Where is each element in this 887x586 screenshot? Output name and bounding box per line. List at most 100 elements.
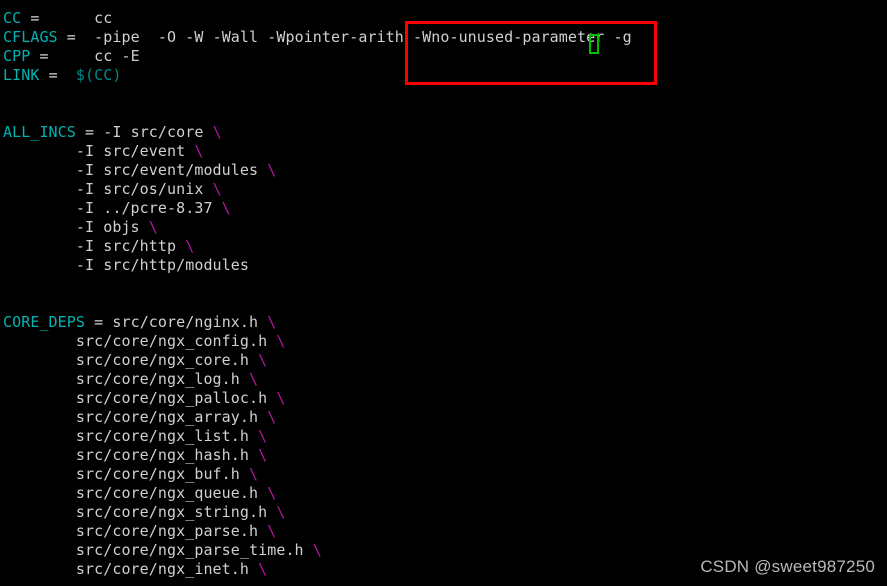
code-indent-space — [58, 66, 76, 84]
code-indent-space — [3, 199, 76, 217]
makefile-value-text: -I ../pcre-8.37 — [75, 199, 222, 217]
line-continuation-backslash: \ — [276, 503, 286, 521]
line-continuation-backslash: \ — [194, 142, 204, 160]
line-continuation-backslash: \ — [212, 123, 222, 141]
line-continuation-backslash: \ — [258, 446, 268, 464]
makefile-value-text: src/core/ngx_log.h — [75, 370, 249, 388]
makefile-assignment-operator: = — [21, 9, 40, 27]
makefile-assignment-operator: = — [30, 47, 49, 65]
line-continuation-backslash: \ — [249, 465, 259, 483]
makefile-variable-name: CC — [3, 9, 22, 27]
makefile-value-text: cc — [94, 9, 113, 27]
code-line: LINK = $(CC) — [3, 66, 883, 85]
line-continuation-backslash: \ — [249, 370, 259, 388]
code-line: src/core/ngx_core.h \ — [3, 351, 883, 370]
code-indent-space — [3, 560, 76, 578]
makefile-variable-name: CPP — [3, 47, 31, 65]
makefile-assignment-operator: = — [39, 66, 58, 84]
code-line: -I src/event \ — [3, 142, 883, 161]
makefile-value-text: -I objs — [75, 218, 149, 236]
code-indent-space — [39, 9, 94, 27]
code-line: src/core/ngx_array.h \ — [3, 408, 883, 427]
code-line: src/core/ngx_hash.h \ — [3, 446, 883, 465]
code-line: src/core/ngx_parse.h \ — [3, 522, 883, 541]
makefile-value-text: src/core/ngx_buf.h — [75, 465, 249, 483]
makefile-value-text: src/core/ngx_list.h — [75, 427, 259, 445]
makefile-variable-name: CORE_DEPS — [3, 313, 85, 331]
code-indent-space — [3, 541, 76, 559]
code-indent-space — [3, 237, 76, 255]
line-continuation-backslash: \ — [276, 389, 286, 407]
code-indent-space — [3, 180, 76, 198]
makefile-value-text: -I src/http — [75, 237, 186, 255]
makefile-variable-name: ALL_INCS — [3, 123, 76, 141]
code-indent-space — [3, 389, 76, 407]
code-indent-space — [103, 313, 112, 331]
makefile-value-text: -I src/core — [103, 123, 213, 141]
makefile-value-text: src/core/ngx_queue.h — [75, 484, 268, 502]
code-line: -I src/http/modules — [3, 256, 883, 275]
makefile-value-text: src/core/nginx.h — [112, 313, 268, 331]
code-indent-space — [3, 484, 76, 502]
code-indent-space — [76, 28, 94, 46]
makefile-assignment-operator: = — [57, 28, 76, 46]
code-line: src/core/ngx_config.h \ — [3, 332, 883, 351]
code-line: -I ../pcre-8.37 \ — [3, 199, 883, 218]
makefile-value-text: src/core/ngx_parse_time.h — [75, 541, 313, 559]
terminal-window[interactable]: CC = cc CFLAGS = -pipe -O -W -Wall -Wpoin… — [0, 0, 887, 586]
code-line: -I src/http \ — [3, 237, 883, 256]
code-indent-space — [3, 408, 76, 426]
makefile-value-text: -pipe -O -W -Wall -Wpointer-arith -Wno-u… — [94, 28, 632, 46]
code-line: src/core/ngx_buf.h \ — [3, 465, 883, 484]
code-indent-space — [3, 465, 76, 483]
code-indent-space — [3, 370, 76, 388]
code-indent-space — [3, 522, 76, 540]
line-continuation-backslash: \ — [258, 560, 268, 578]
code-indent-space — [3, 332, 76, 350]
line-continuation-backslash: \ — [221, 199, 231, 217]
code-indent-space — [3, 256, 76, 274]
makefile-variable-name: LINK — [3, 66, 40, 84]
makefile-value-text: src/core/ngx_palloc.h — [75, 389, 277, 407]
code-indent-space — [94, 123, 103, 141]
line-continuation-backslash: \ — [312, 541, 322, 559]
watermark-label: CSDN @sweet987250 — [700, 557, 875, 576]
code-indent-space — [49, 47, 95, 65]
makefile-assignment-operator: = — [85, 313, 104, 331]
line-continuation-backslash: \ — [267, 484, 277, 502]
line-continuation-backslash: \ — [258, 351, 268, 369]
code-line: -I objs \ — [3, 218, 883, 237]
line-continuation-backslash: \ — [267, 408, 277, 426]
makefile-value-text: -I src/os/unix — [75, 180, 213, 198]
line-continuation-backslash: \ — [267, 522, 277, 540]
line-continuation-backslash: \ — [258, 427, 268, 445]
line-continuation-backslash: \ — [212, 180, 222, 198]
code-indent-space — [3, 142, 76, 160]
makefile-value-text: src/core/ngx_string.h — [75, 503, 277, 521]
line-continuation-backslash: \ — [148, 218, 158, 236]
makefile-variable-name: CFLAGS — [3, 28, 58, 46]
code-line: -I src/event/modules \ — [3, 161, 883, 180]
makefile-value-text: -I src/event/modules — [75, 161, 268, 179]
makefile-code-area[interactable]: CC = cc CFLAGS = -pipe -O -W -Wall -Wpoin… — [3, 9, 883, 579]
code-line: CFLAGS = -pipe -O -W -Wall -Wpointer-ari… — [3, 28, 883, 47]
code-line: -I src/os/unix \ — [3, 180, 883, 199]
makefile-value-text: src/core/ngx_array.h — [75, 408, 268, 426]
code-indent-space — [3, 446, 76, 464]
code-indent-space — [3, 427, 76, 445]
makefile-macro-reference: $(CC) — [75, 66, 122, 84]
makefile-value-text: src/core/ngx_inet.h — [75, 560, 259, 578]
makefile-value-text: src/core/ngx_parse.h — [75, 522, 268, 540]
line-continuation-backslash: \ — [185, 237, 195, 255]
line-continuation-backslash: \ — [267, 313, 277, 331]
code-indent-space — [3, 161, 76, 179]
line-continuation-backslash: \ — [267, 161, 277, 179]
makefile-value-text: -I src/event — [75, 142, 195, 160]
code-line: src/core/ngx_palloc.h \ — [3, 389, 883, 408]
code-line: ALL_INCS = -I src/core \ — [3, 123, 883, 142]
code-line: CORE_DEPS = src/core/nginx.h \ — [3, 313, 883, 332]
line-continuation-backslash: \ — [276, 332, 286, 350]
